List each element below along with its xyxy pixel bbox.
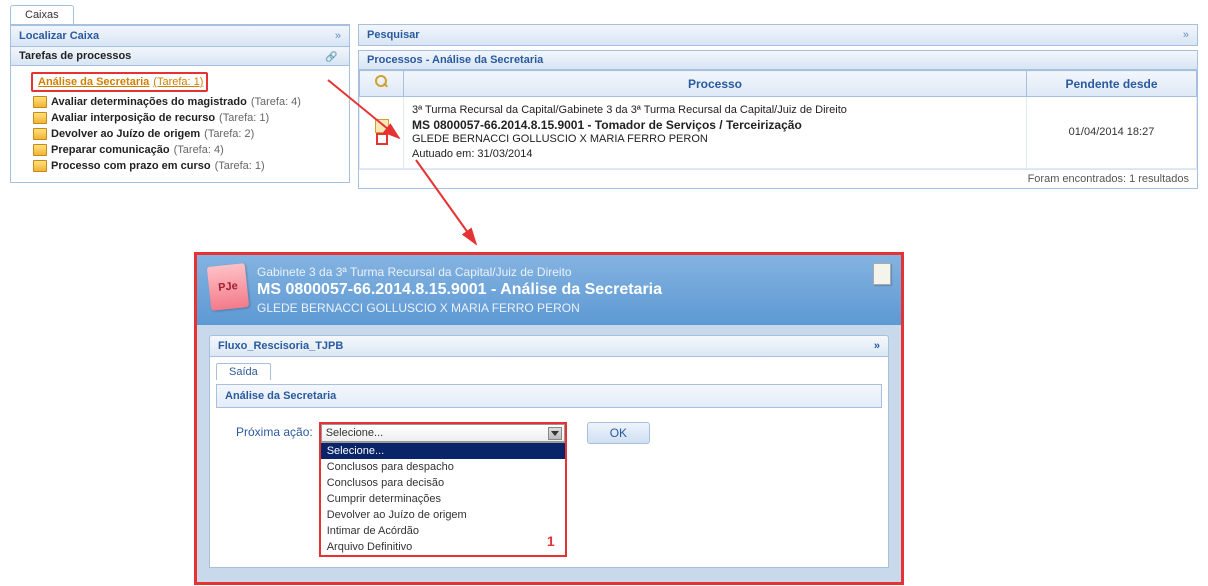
folder-icon bbox=[33, 160, 47, 172]
chevron-down-icon bbox=[548, 427, 562, 440]
folder-icon bbox=[33, 96, 47, 108]
next-action-select[interactable]: Selecione... Selecione... Conclusos para… bbox=[319, 422, 567, 557]
sidebar-item-count: (Tarefa: 1) bbox=[153, 76, 203, 88]
process-title: MS 0800057-66.2014.8.15.9001 - Tomador d… bbox=[412, 118, 1018, 132]
tab-caixas[interactable]: Caixas bbox=[10, 5, 74, 24]
select-options: Selecione... Conclusos para despacho Con… bbox=[321, 442, 565, 555]
col-pending: Pendente desde bbox=[1027, 71, 1197, 97]
col-icon bbox=[360, 71, 404, 97]
sidebar-item-label: Processo com prazo em curso bbox=[51, 160, 211, 172]
sidebar-item-count: (Tarefa: 2) bbox=[204, 128, 254, 140]
task-name-bar: Análise da Secretaria bbox=[216, 384, 882, 408]
tasks-header: Tarefas de processos bbox=[10, 47, 350, 66]
expand-arrow-icon: » bbox=[335, 30, 341, 42]
search-title: Pesquisar bbox=[367, 29, 420, 41]
sidebar-item-preparar[interactable]: Preparar comunicação (Tarefa: 4) bbox=[15, 142, 345, 158]
folder-icon bbox=[33, 112, 47, 124]
flow-header[interactable]: Fluxo_Rescisoria_TJPB » bbox=[209, 335, 889, 357]
sidebar-item-count: (Tarefa: 4) bbox=[174, 144, 224, 156]
sidebar-item-label: Análise da Secretaria bbox=[38, 76, 149, 88]
process-path: 3ª Turma Recursal da Capital/Gabinete 3 … bbox=[412, 103, 1018, 118]
option-conclusos-despacho[interactable]: Conclusos para despacho bbox=[321, 459, 565, 475]
select-value: Selecione... bbox=[326, 427, 383, 439]
expand-arrow-icon: » bbox=[1183, 29, 1189, 41]
results-count: Foram encontrados: 1 resultados bbox=[359, 169, 1197, 188]
popup-path: Gabinete 3 da 3ª Turma Recursal da Capit… bbox=[257, 265, 889, 279]
sidebar-item-label: Avaliar determinações do magistrado bbox=[51, 96, 247, 108]
option-arquivo[interactable]: Arquivo Definitivo bbox=[321, 539, 565, 555]
sidebar-item-label: Preparar comunicação bbox=[51, 144, 170, 156]
sidebar-item-label: Devolver ao Juízo de origem bbox=[51, 128, 200, 140]
sidebar-item-avaliar-determinacoes[interactable]: Avaliar determinações do magistrado (Tar… bbox=[15, 94, 345, 110]
tab-saida[interactable]: Saída bbox=[216, 363, 271, 380]
search-icon bbox=[375, 75, 389, 89]
locate-box-header[interactable]: Localizar Caixa » bbox=[10, 25, 350, 47]
col-process: Processo bbox=[404, 71, 1027, 97]
flow-name: Fluxo_Rescisoria_TJPB bbox=[218, 340, 343, 352]
process-table: Processo Pendente desde 3ª Turma Recursa… bbox=[359, 70, 1197, 169]
sidebar-item-analise[interactable]: Análise da Secretaria (Tarefa: 1) bbox=[38, 74, 205, 90]
task-popup: PJe Gabinete 3 da 3ª Turma Recursal da C… bbox=[194, 252, 904, 585]
ok-button[interactable]: OK bbox=[587, 422, 650, 444]
process-list-header: Processos - Análise da Secretaria bbox=[359, 51, 1197, 70]
option-devolver[interactable]: Devolver ao Juízo de origem bbox=[321, 507, 565, 523]
row-icons bbox=[360, 97, 404, 169]
process-parties: GLEDE BERNACCI GOLLUSCIO X MARIA FERRO P… bbox=[412, 132, 1018, 147]
link-icon bbox=[325, 51, 341, 61]
annotation-number: 1 bbox=[547, 533, 555, 549]
option-conclusos-decisao[interactable]: Conclusos para decisão bbox=[321, 475, 565, 491]
table-row[interactable]: 3ª Turma Recursal da Capital/Gabinete 3 … bbox=[360, 97, 1197, 169]
sidebar-item-devolver[interactable]: Devolver ao Juízo de origem (Tarefa: 2) bbox=[15, 126, 345, 142]
sidebar-item-count: (Tarefa: 1) bbox=[219, 112, 269, 124]
option-selecione[interactable]: Selecione... bbox=[321, 443, 565, 459]
option-intimar[interactable]: Intimar de Acórdão bbox=[321, 523, 565, 539]
folder-icon bbox=[33, 128, 47, 140]
document-icon[interactable] bbox=[873, 263, 891, 285]
process-filed: Autuado em: 31/03/2014 bbox=[412, 147, 1018, 162]
task-tree: Análise da Secretaria (Tarefa: 1) Avalia… bbox=[10, 66, 350, 183]
open-task-icon[interactable] bbox=[376, 133, 388, 145]
sidebar-item-avaliar-interposicao[interactable]: Avaliar interposição de recurso (Tarefa:… bbox=[15, 110, 345, 126]
popup-title: MS 0800057-66.2014.8.15.9001 - Análise d… bbox=[257, 281, 889, 299]
sidebar-item-count: (Tarefa: 1) bbox=[215, 160, 265, 172]
popup-header: PJe Gabinete 3 da 3ª Turma Recursal da C… bbox=[197, 255, 901, 325]
sidebar-item-label: Avaliar interposição de recurso bbox=[51, 112, 215, 124]
tasks-title: Tarefas de processos bbox=[19, 50, 131, 62]
search-header[interactable]: Pesquisar » bbox=[358, 24, 1198, 46]
document-icon[interactable] bbox=[375, 119, 389, 133]
folder-icon bbox=[33, 144, 47, 156]
pending-date: 01/04/2014 18:27 bbox=[1027, 97, 1197, 169]
locate-box-title: Localizar Caixa bbox=[19, 30, 99, 42]
next-action-label: Próxima ação: bbox=[236, 422, 313, 439]
popup-parties: GLEDE BERNACCI GOLLUSCIO X MARIA FERRO P… bbox=[257, 301, 889, 315]
expand-arrow-icon: » bbox=[874, 340, 880, 352]
option-cumprir[interactable]: Cumprir determinações bbox=[321, 491, 565, 507]
pje-icon: PJe bbox=[207, 263, 249, 311]
sidebar-item-prazo[interactable]: Processo com prazo em curso (Tarefa: 1) bbox=[15, 158, 345, 174]
sidebar-item-count: (Tarefa: 4) bbox=[251, 96, 301, 108]
